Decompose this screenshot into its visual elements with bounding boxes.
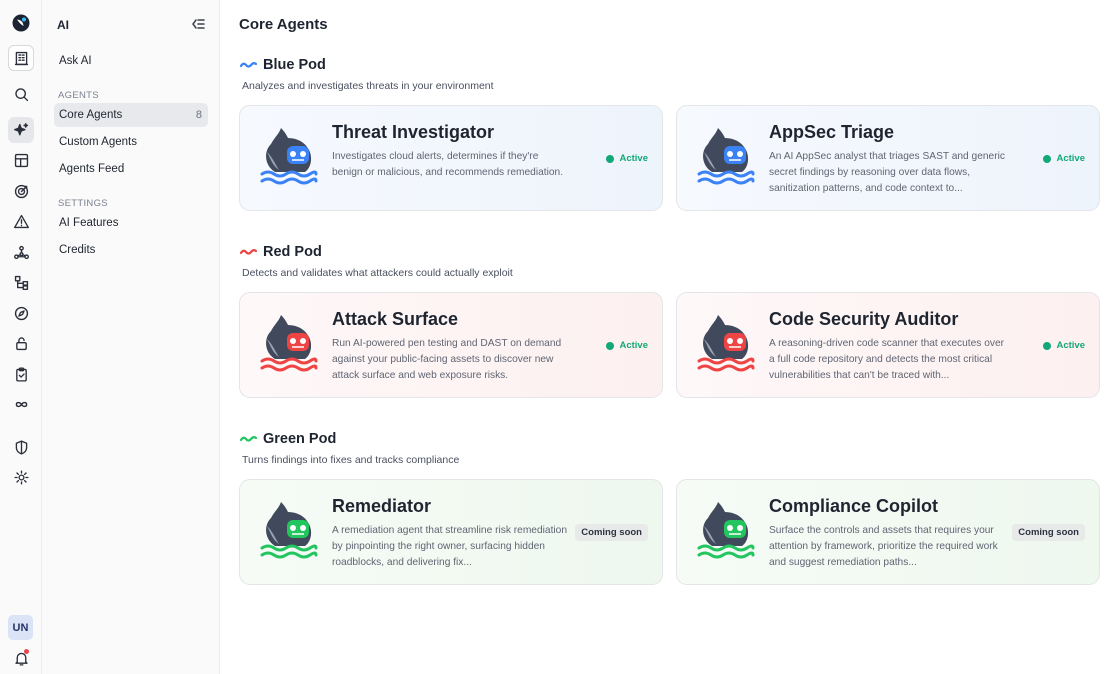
status-badge: Active [1043,340,1085,351]
agent-title: Compliance Copilot [769,496,939,516]
gear-icon[interactable] [8,464,34,490]
coming-soon-badge: Coming soon [575,524,648,541]
pod-name: Green Pod [263,431,337,447]
agent-title: Attack Surface [332,309,459,329]
agent-card-attack-surface[interactable]: Attack Surface Run AI-powered pen testin… [239,292,663,398]
agent-description: Investigates cloud alerts, determines if… [332,151,564,178]
collapse-sidebar-icon[interactable] [190,16,208,34]
wave-icon [240,249,257,255]
status-label: Active [1056,340,1085,351]
pod-name: Blue Pod [263,57,326,73]
status-dot [606,154,615,163]
layout-icon[interactable] [8,147,34,173]
page-title: Core Agents [239,16,328,33]
lock-icon[interactable] [8,330,34,356]
logo-icon[interactable] [8,10,34,36]
building-icon[interactable] [8,45,34,71]
sidebar-item-agents-feed[interactable]: Agents Feed [54,157,208,181]
sparkles-icon[interactable] [8,117,34,143]
search-icon[interactable] [8,81,34,107]
agent-card-appsec-triage[interactable]: AppSec Triage An AI AppSec analyst that … [676,105,1100,211]
clipboard-icon[interactable] [8,361,34,387]
red-agent-mascot-icon [697,315,755,372]
warning-icon[interactable] [8,208,34,234]
green-agent-mascot-icon [697,502,755,559]
status-badge: Active [606,153,648,164]
notification-dot [24,649,29,654]
agent-description: A reasoning-driven code scanner that exe… [769,338,1005,381]
sidebar-item-label: Core Agents [59,109,123,121]
agent-card-compliance-copilot[interactable]: Compliance Copilot Surface the controls … [676,479,1100,585]
status-label: Active [1056,153,1085,164]
wave-icon [240,436,257,442]
shield-icon[interactable] [8,434,34,460]
pod-header-blue: Blue Pod [240,57,326,73]
agent-description: A remediation agent that streamline risk… [332,525,567,568]
agent-description: Run AI-powered pen testing and DAST on d… [332,338,562,381]
avatar[interactable]: UN [8,615,33,640]
agent-title: Remediator [332,496,432,516]
agent-card-code-security-auditor[interactable]: Code Security Auditor A reasoning-driven… [676,292,1100,398]
agent-title: Code Security Auditor [769,309,959,329]
pod-description: Turns findings into fixes and tracks com… [242,454,460,466]
sidebar-section-settings: SETTINGS [58,198,108,209]
hierarchy-icon[interactable] [8,269,34,295]
status-badge: Active [1043,153,1085,164]
sidebar-section-agents: AGENTS [58,90,99,101]
coming-soon-badge: Coming soon [1012,524,1085,541]
status-badge: Active [606,340,648,351]
core-agents-count: 8 [195,109,202,121]
sidebar-title: AI [57,18,69,32]
wave-icon [240,62,257,68]
pod-header-green: Green Pod [240,431,336,447]
status-dot [1043,154,1052,163]
sidebar-item-ai-features[interactable]: AI Features [54,211,208,235]
icon-rail: UN [0,0,42,674]
sidebar-item-custom-agents[interactable]: Custom Agents [54,130,208,154]
sidebar-item-credits[interactable]: Credits [54,238,208,262]
agent-description: Surface the controls and assets that req… [769,525,998,568]
red-agent-mascot-icon [260,315,318,372]
agent-card-threat-investigator[interactable]: Threat Investigator Investigates cloud a… [239,105,663,211]
network-icon[interactable] [8,239,34,265]
pod-description: Analyzes and investigates threats in you… [242,80,494,92]
compass-icon[interactable] [8,300,34,326]
status-label: Active [619,153,648,164]
pod-description: Detects and validates what attackers cou… [242,267,513,279]
agent-card-remediator[interactable]: Remediator A remediation agent that stre… [239,479,663,585]
agent-title: AppSec Triage [769,122,895,142]
status-dot [606,341,615,350]
pod-name: Red Pod [263,244,322,260]
blue-agent-mascot-icon [697,128,755,185]
blue-agent-mascot-icon [260,128,318,185]
status-dot [1043,341,1052,350]
agent-title: Threat Investigator [332,122,495,142]
sidebar-item-ask-ai[interactable]: Ask AI [54,49,208,73]
bell-icon[interactable] [8,645,34,671]
sidebar-item-core-agents[interactable]: Core Agents 8 [54,103,208,127]
green-agent-mascot-icon [260,502,318,559]
pod-header-red: Red Pod [240,244,322,260]
target-icon[interactable] [8,178,34,204]
infinity-icon[interactable] [8,391,34,417]
status-label: Active [619,340,648,351]
agent-description: An AI AppSec analyst that triages SAST a… [769,151,1005,194]
ai-sidebar: AI Ask AI AGENTS Core Agents 8 Custom Ag… [42,0,220,674]
